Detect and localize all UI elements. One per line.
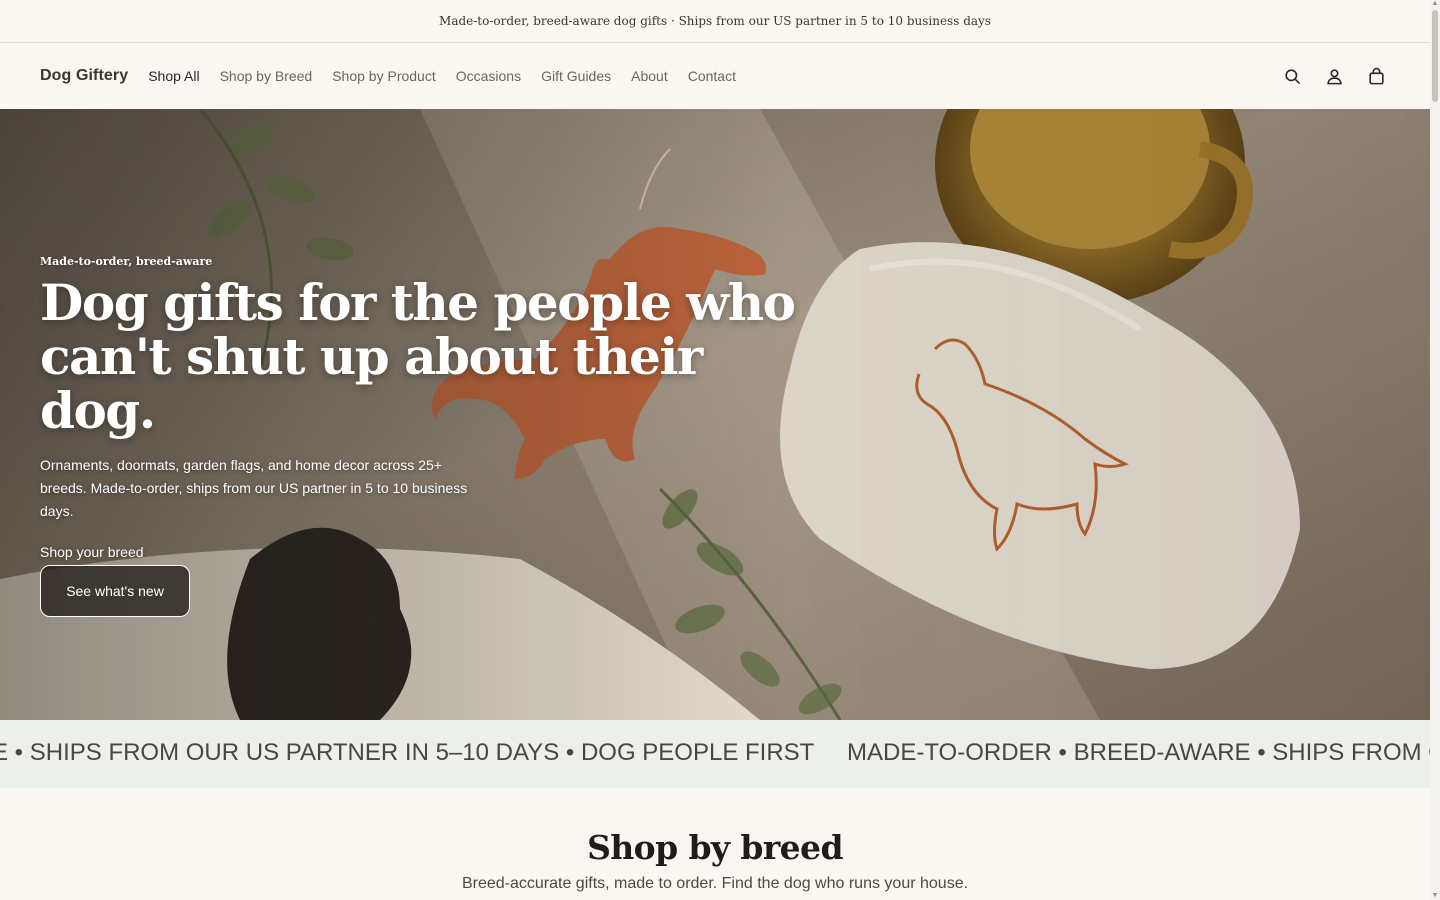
section-title: Shop by breed — [587, 828, 843, 867]
nav-shop-by-breed[interactable]: Shop by Breed — [220, 68, 313, 84]
marquee-banner: E • SHIPS FROM OUR US PARTNER IN 5–10 DA… — [0, 720, 1430, 788]
nav-occasions[interactable]: Occasions — [456, 68, 521, 84]
site-header: Dog Giftery Shop All Shop by Breed Shop … — [0, 43, 1430, 109]
marquee-track: E • SHIPS FROM OUR US PARTNER IN 5–10 DA… — [0, 739, 1430, 767]
marquee-item: E • SHIPS FROM OUR US PARTNER IN 5–10 DA… — [0, 739, 815, 766]
header-actions — [1282, 66, 1386, 86]
page-scrollbar[interactable]: ▲ ▼ — [1430, 0, 1440, 900]
announcement-bar: Made-to-order, breed-aware dog gifts · S… — [0, 0, 1430, 43]
shop-by-breed-section: Shop by breed Breed-accurate gifts, made… — [0, 828, 1430, 893]
see-whats-new-button[interactable]: See what's new — [40, 565, 190, 617]
scroll-thumb[interactable] — [1432, 10, 1438, 102]
marquee-item: MADE-TO-ORDER • BREED-AWARE • SHIPS FROM… — [847, 739, 1430, 766]
nav-shop-all[interactable]: Shop All — [148, 68, 199, 84]
nav-contact[interactable]: Contact — [688, 68, 736, 84]
page: Made-to-order, breed-aware dog gifts · S… — [0, 0, 1430, 900]
section-subtitle: Breed-accurate gifts, made to order. Fin… — [461, 875, 969, 892]
scroll-down-arrow-icon[interactable]: ▼ — [1431, 892, 1439, 900]
shop-your-breed-link[interactable]: Shop your breed — [40, 544, 144, 560]
nav-about[interactable]: About — [631, 68, 668, 84]
search-icon[interactable] — [1282, 66, 1302, 86]
account-icon[interactable] — [1324, 66, 1344, 86]
hero-eyebrow: Made-to-order, breed-aware — [40, 255, 213, 268]
hero-title: Dog gifts for the people who can't shut … — [40, 273, 796, 440]
nav-shop-by-product[interactable]: Shop by Product — [332, 68, 436, 84]
announcement-text: Made-to-order, breed-aware dog gifts · S… — [439, 14, 991, 28]
scroll-up-arrow-icon[interactable]: ▲ — [1431, 0, 1439, 8]
main-nav: Shop All Shop by Breed Shop by Product O… — [148, 68, 756, 84]
hero-subtitle: Ornaments, doormats, garden flags, and h… — [40, 457, 468, 519]
hero-section: Made-to-order, breed-aware Dog gifts for… — [0, 109, 1430, 720]
hero-content: Made-to-order, breed-aware Dog gifts for… — [40, 255, 840, 617]
nav-gift-guides[interactable]: Gift Guides — [541, 68, 611, 84]
cart-icon[interactable] — [1366, 66, 1386, 86]
brand-logo[interactable]: Dog Giftery — [40, 67, 128, 85]
